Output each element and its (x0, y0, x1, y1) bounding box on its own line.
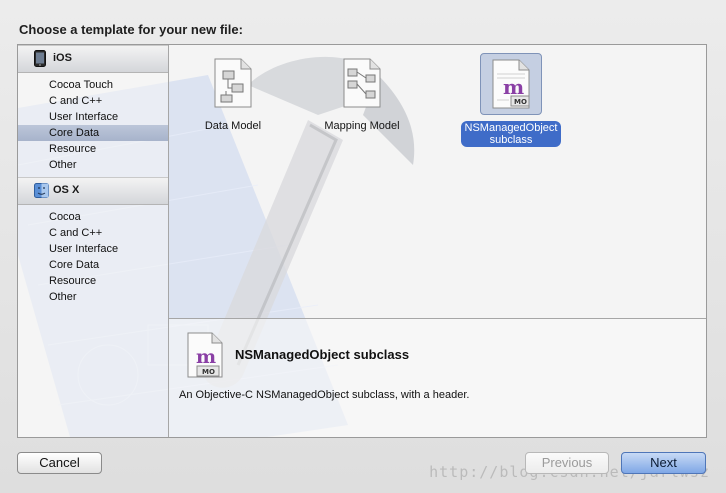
previous-button[interactable]: Previous (525, 452, 609, 474)
sidebar-section-label: OS X (53, 184, 80, 196)
template-label: Mapping Model (324, 120, 400, 132)
svg-text:m: m (196, 346, 216, 368)
sidebar-item-osx-c-and-cpp[interactable]: C and C++ (18, 225, 168, 241)
detail-template-name: NSManagedObject subclass (235, 347, 410, 362)
sidebar-item-osx-user-interface[interactable]: User Interface (18, 241, 168, 257)
template-chooser-panel: iOS Cocoa Touch C and C++ User Interface… (17, 44, 707, 438)
sidebar-section-ios[interactable]: iOS (18, 45, 168, 73)
sidebar-item-ios-c-and-cpp[interactable]: C and C++ (18, 93, 168, 109)
sidebar-item-osx-other[interactable]: Other (18, 289, 168, 305)
template-label-selected: NSManagedObject subclass (460, 121, 562, 147)
template-label: Data Model (204, 120, 262, 132)
managed-object-icon: m MO (187, 332, 223, 378)
template-category-sidebar: iOS Cocoa Touch C and C++ User Interface… (18, 45, 169, 437)
template-tile-nsmanagedobject-subclass[interactable]: m MO NSManagedObject subclass (449, 53, 573, 147)
template-grid: Data Model Mapping Model m MO NSManagedO… (169, 45, 706, 318)
sidebar-item-osx-core-data[interactable]: Core Data (18, 257, 168, 273)
selection-highlight: m MO (480, 53, 542, 115)
template-detail-pane: m MO NSManagedObject subclass An Objecti… (169, 319, 706, 437)
sidebar-item-ios-cocoa-touch[interactable]: Cocoa Touch (18, 77, 168, 93)
sidebar-item-ios-core-data[interactable]: Core Data (18, 125, 168, 141)
iphone-icon (34, 50, 46, 67)
svg-text:m: m (503, 75, 524, 99)
sidebar-item-ios-user-interface[interactable]: User Interface (18, 109, 168, 125)
detail-template-description: An Objective-C NSManagedObject subclass,… (179, 389, 470, 401)
svg-text:MO: MO (202, 368, 215, 376)
template-tile-mapping-model[interactable]: Mapping Model (317, 57, 407, 132)
sidebar-item-osx-resource[interactable]: Resource (18, 273, 168, 289)
template-tile-data-model[interactable]: Data Model (195, 57, 271, 132)
next-button[interactable]: Next (621, 452, 706, 474)
cancel-button[interactable]: Cancel (17, 452, 102, 474)
data-model-icon (214, 58, 252, 108)
sidebar-item-ios-resource[interactable]: Resource (18, 141, 168, 157)
managed-object-icon: m MO (492, 59, 530, 109)
sheet-title: Choose a template for your new file: (19, 22, 243, 37)
mapping-model-icon (343, 58, 381, 108)
sidebar-section-label: iOS (53, 52, 72, 64)
sidebar-item-osx-cocoa[interactable]: Cocoa (18, 209, 168, 225)
svg-text:MO: MO (514, 98, 527, 106)
sidebar-section-osx[interactable]: OS X (18, 177, 168, 205)
new-file-sheet: Choose a template for your new file: iOS… (0, 0, 726, 493)
finder-icon (34, 183, 49, 198)
sidebar-item-ios-other[interactable]: Other (18, 157, 168, 173)
